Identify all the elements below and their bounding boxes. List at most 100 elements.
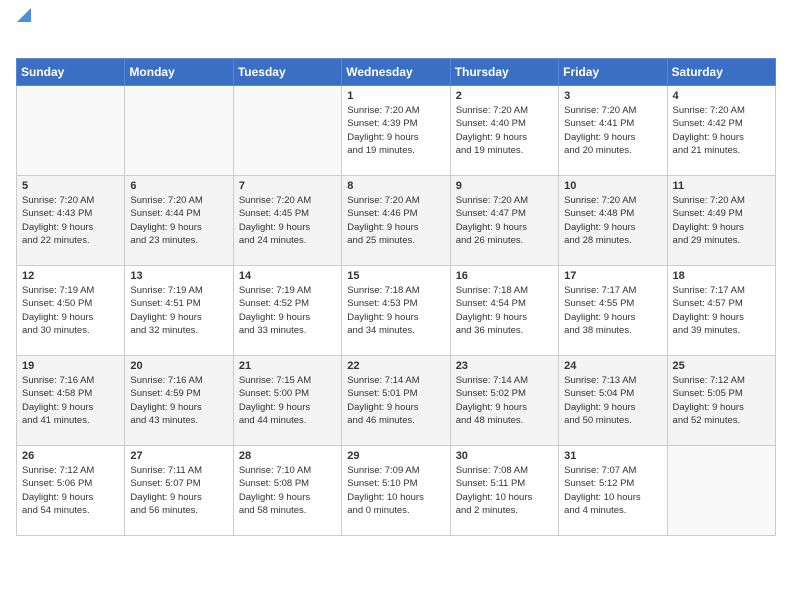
calendar-page: SundayMondayTuesdayWednesdayThursdayFrid…: [0, 0, 792, 552]
day-info: Sunrise: 7:14 AM Sunset: 5:01 PM Dayligh…: [347, 374, 444, 427]
day-number: 2: [456, 90, 553, 102]
day-number: 19: [22, 360, 119, 372]
day-cell-28: 28 Sunrise: 7:10 AM Sunset: 5:08 PM Dayli…: [233, 446, 341, 536]
day-info: Sunrise: 7:16 AM Sunset: 4:59 PM Dayligh…: [130, 374, 227, 427]
logo: [16, 10, 31, 50]
day-info: Sunrise: 7:17 AM Sunset: 4:55 PM Dayligh…: [564, 284, 661, 337]
day-info: Sunrise: 7:13 AM Sunset: 5:04 PM Dayligh…: [564, 374, 661, 427]
day-cell-7: 7 Sunrise: 7:20 AM Sunset: 4:45 PM Daylig…: [233, 176, 341, 266]
day-cell-3: 3Sunrise: 7:20 AM Sunset: 4:41 PM Daylig…: [559, 86, 667, 176]
empty-cell: [233, 86, 341, 176]
day-cell-26: 26Sunrise: 7:12 AM Sunset: 5:06 PM Dayli…: [17, 446, 125, 536]
day-number: 4: [673, 90, 770, 102]
header: [16, 10, 776, 50]
day-number: 3: [564, 90, 661, 102]
day-info: Sunrise: 7:18 AM Sunset: 4:54 PM Dayligh…: [456, 284, 553, 337]
day-number: 7: [239, 180, 336, 192]
weekday-header-saturday: Saturday: [667, 59, 775, 86]
weekday-header-thursday: Thursday: [450, 59, 558, 86]
day-number: 13: [130, 270, 227, 282]
day-info: Sunrise: 7:20 AM Sunset: 4:40 PM Dayligh…: [456, 104, 553, 157]
day-info: Sunrise: 7:10 AM Sunset: 5:08 PM Dayligh…: [239, 464, 336, 517]
week-row-1: 1 Sunrise: 7:20 AM Sunset: 4:39 PM Daylig…: [17, 86, 776, 176]
day-info: Sunrise: 7:20 AM Sunset: 4:45 PM Dayligh…: [239, 194, 336, 247]
day-cell-4: 4 Sunrise: 7:20 AM Sunset: 4:42 PM Daylig…: [667, 86, 775, 176]
day-cell-17: 17 Sunrise: 7:17 AM Sunset: 4:55 PM Dayli…: [559, 266, 667, 356]
weekday-header-friday: Friday: [559, 59, 667, 86]
weekday-header-monday: Monday: [125, 59, 233, 86]
day-cell-27: 27 Sunrise: 7:11 AM Sunset: 5:07 PM Dayli…: [125, 446, 233, 536]
day-info: Sunrise: 7:20 AM Sunset: 4:42 PM Dayligh…: [673, 104, 770, 157]
day-info: Sunrise: 7:11 AM Sunset: 5:07 PM Dayligh…: [130, 464, 227, 517]
day-number: 26: [22, 450, 119, 462]
day-number: 28: [239, 450, 336, 462]
day-number: 24: [564, 360, 661, 372]
calendar-table: SundayMondayTuesdayWednesdayThursdayFrid…: [16, 58, 776, 536]
day-number: 10: [564, 180, 661, 192]
day-number: 1: [347, 90, 444, 102]
weekday-header-tuesday: Tuesday: [233, 59, 341, 86]
day-number: 31: [564, 450, 661, 462]
day-info: Sunrise: 7:20 AM Sunset: 4:46 PM Dayligh…: [347, 194, 444, 247]
empty-cell: [17, 86, 125, 176]
day-number: 27: [130, 450, 227, 462]
day-number: 16: [456, 270, 553, 282]
day-cell-21: 21 Sunrise: 7:15 AM Sunset: 5:00 PM Dayli…: [233, 356, 341, 446]
day-number: 23: [456, 360, 553, 372]
day-number: 22: [347, 360, 444, 372]
day-info: Sunrise: 7:20 AM Sunset: 4:48 PM Dayligh…: [564, 194, 661, 247]
day-info: Sunrise: 7:20 AM Sunset: 4:47 PM Dayligh…: [456, 194, 553, 247]
day-info: Sunrise: 7:07 AM Sunset: 5:12 PM Dayligh…: [564, 464, 661, 517]
day-info: Sunrise: 7:15 AM Sunset: 5:00 PM Dayligh…: [239, 374, 336, 427]
day-info: Sunrise: 7:18 AM Sunset: 4:53 PM Dayligh…: [347, 284, 444, 337]
day-info: Sunrise: 7:20 AM Sunset: 4:44 PM Dayligh…: [130, 194, 227, 247]
day-info: Sunrise: 7:19 AM Sunset: 4:52 PM Dayligh…: [239, 284, 336, 337]
day-cell-10: 10 Sunrise: 7:20 AM Sunset: 4:48 PM Dayli…: [559, 176, 667, 266]
week-row-3: 12 Sunrise: 7:19 AM Sunset: 4:50 PM Dayli…: [17, 266, 776, 356]
day-info: Sunrise: 7:19 AM Sunset: 4:51 PM Dayligh…: [130, 284, 227, 337]
logo-triangle-icon: [17, 4, 31, 22]
day-info: Sunrise: 7:09 AM Sunset: 5:10 PM Dayligh…: [347, 464, 444, 517]
weekday-header-wednesday: Wednesday: [342, 59, 450, 86]
day-cell-6: 6 Sunrise: 7:20 AM Sunset: 4:44 PM Daylig…: [125, 176, 233, 266]
day-number: 15: [347, 270, 444, 282]
day-number: 12: [22, 270, 119, 282]
day-info: Sunrise: 7:14 AM Sunset: 5:02 PM Dayligh…: [456, 374, 553, 427]
day-cell-1: 1 Sunrise: 7:20 AM Sunset: 4:39 PM Daylig…: [342, 86, 450, 176]
day-number: 21: [239, 360, 336, 372]
day-number: 29: [347, 450, 444, 462]
day-number: 18: [673, 270, 770, 282]
day-number: 9: [456, 180, 553, 192]
day-cell-20: 20Sunrise: 7:16 AM Sunset: 4:59 PM Dayli…: [125, 356, 233, 446]
empty-cell: [667, 446, 775, 536]
week-row-2: 5 Sunrise: 7:20 AM Sunset: 4:43 PM Daylig…: [17, 176, 776, 266]
day-cell-8: 8 Sunrise: 7:20 AM Sunset: 4:46 PM Daylig…: [342, 176, 450, 266]
day-cell-31: 31 Sunrise: 7:07 AM Sunset: 5:12 PM Dayli…: [559, 446, 667, 536]
day-cell-18: 18 Sunrise: 7:17 AM Sunset: 4:57 PM Dayli…: [667, 266, 775, 356]
day-number: 25: [673, 360, 770, 372]
day-info: Sunrise: 7:08 AM Sunset: 5:11 PM Dayligh…: [456, 464, 553, 517]
day-number: 17: [564, 270, 661, 282]
day-cell-23: 23 Sunrise: 7:14 AM Sunset: 5:02 PM Dayli…: [450, 356, 558, 446]
empty-cell: [125, 86, 233, 176]
day-info: Sunrise: 7:20 AM Sunset: 4:39 PM Dayligh…: [347, 104, 444, 157]
day-number: 6: [130, 180, 227, 192]
day-cell-24: 24 Sunrise: 7:13 AM Sunset: 5:04 PM Dayli…: [559, 356, 667, 446]
day-cell-14: 14Sunrise: 7:19 AM Sunset: 4:52 PM Dayli…: [233, 266, 341, 356]
day-info: Sunrise: 7:12 AM Sunset: 5:05 PM Dayligh…: [673, 374, 770, 427]
day-info: Sunrise: 7:19 AM Sunset: 4:50 PM Dayligh…: [22, 284, 119, 337]
day-number: 5: [22, 180, 119, 192]
day-info: Sunrise: 7:17 AM Sunset: 4:57 PM Dayligh…: [673, 284, 770, 337]
day-info: Sunrise: 7:20 AM Sunset: 4:49 PM Dayligh…: [673, 194, 770, 247]
day-number: 8: [347, 180, 444, 192]
week-row-4: 19Sunrise: 7:16 AM Sunset: 4:58 PM Dayli…: [17, 356, 776, 446]
day-cell-29: 29 Sunrise: 7:09 AM Sunset: 5:10 PM Dayli…: [342, 446, 450, 536]
day-cell-12: 12 Sunrise: 7:19 AM Sunset: 4:50 PM Dayli…: [17, 266, 125, 356]
day-cell-2: 2 Sunrise: 7:20 AM Sunset: 4:40 PM Daylig…: [450, 86, 558, 176]
day-cell-9: 9 Sunrise: 7:20 AM Sunset: 4:47 PM Daylig…: [450, 176, 558, 266]
day-cell-19: 19Sunrise: 7:16 AM Sunset: 4:58 PM Dayli…: [17, 356, 125, 446]
day-cell-16: 16 Sunrise: 7:18 AM Sunset: 4:54 PM Dayli…: [450, 266, 558, 356]
day-cell-30: 30Sunrise: 7:08 AM Sunset: 5:11 PM Dayli…: [450, 446, 558, 536]
day-cell-13: 13 Sunrise: 7:19 AM Sunset: 4:51 PM Dayli…: [125, 266, 233, 356]
day-info: Sunrise: 7:20 AM Sunset: 4:43 PM Dayligh…: [22, 194, 119, 247]
